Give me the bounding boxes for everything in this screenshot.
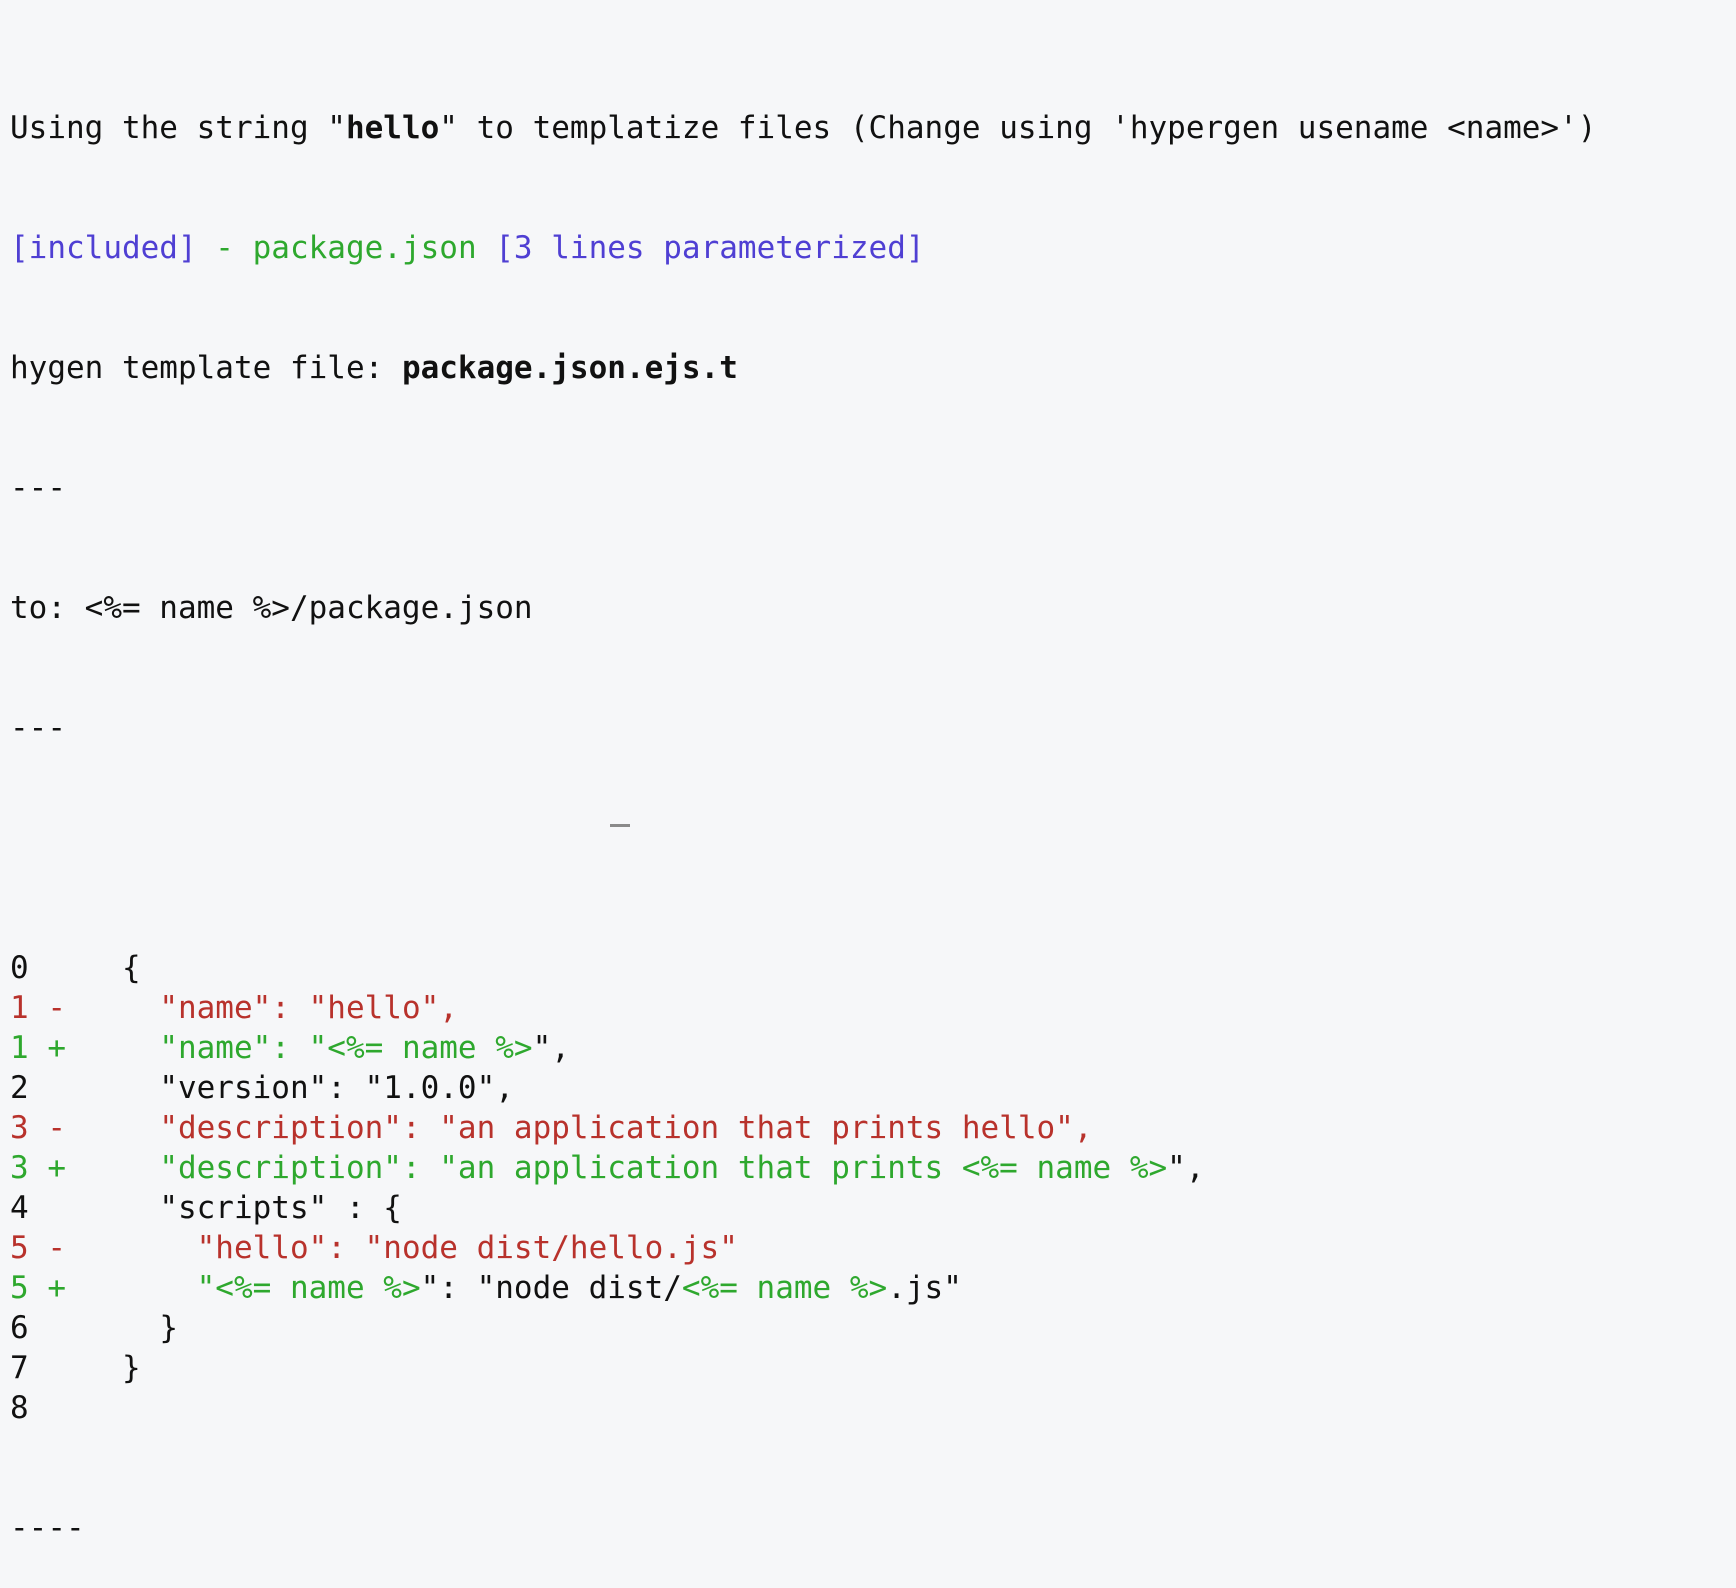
diff-line-text: "description": "an application that prin…: [159, 1150, 1168, 1186]
diff-line-gutter: 6: [10, 1310, 160, 1346]
diff-line-text: "hello": "node dist/hello.js": [196, 1230, 738, 1266]
parameterized-count: [3 lines parameterized]: [476, 230, 925, 266]
diff-line-text: <%= name %>: [681, 1270, 888, 1306]
diff-line-text: "name": "hello",: [159, 990, 458, 1026]
templatize-message: Using the string "hello" to templatize f…: [10, 108, 1596, 148]
message-prefix: Using the string ": [10, 110, 346, 146]
diff-line: 1 - "name": "hello",: [10, 988, 1596, 1028]
diff-line-gutter: 5 -: [10, 1230, 197, 1266]
diff-line-text: }: [121, 1350, 141, 1386]
diff-line: 3 - "description": "an application that …: [10, 1108, 1596, 1148]
diff-line: 6 }: [10, 1308, 1596, 1348]
diff-line: 3 + "description": "an application that …: [10, 1148, 1596, 1188]
included-line: [included] - package.json [3 lines param…: [10, 228, 1596, 268]
diff-line-gutter: 1 +: [10, 1030, 160, 1066]
diff-line-text: ": "node dist/: [420, 1270, 682, 1306]
diff-line-gutter: 3 +: [10, 1150, 160, 1186]
diff-line-gutter: 4: [10, 1190, 160, 1226]
terminal-window: { "header": { "prefix": "Using the strin…: [0, 0, 1736, 1546]
terminal-output: Using the string "hello" to templatize f…: [10, 28, 1596, 1588]
diff-line-text: {: [121, 950, 141, 986]
diff-block: 0 {1 - "name": "hello", 1 + "name": "<%= …: [10, 948, 1596, 1428]
diff-line: 7 }: [10, 1348, 1596, 1388]
footer-separator: ----: [10, 1510, 85, 1546]
diff-line-text: ",: [532, 1030, 570, 1066]
template-file-label: hygen template file:: [10, 350, 402, 386]
diff-line-gutter: 2: [10, 1070, 160, 1106]
diff-line: 4 "scripts" : {: [10, 1188, 1596, 1228]
included-filename: package.json: [252, 230, 477, 266]
diff-line-text: ",: [1167, 1150, 1205, 1186]
diff-line: 5 + "<%= name %>": "node dist/<%= name %…: [10, 1268, 1596, 1308]
diff-line-gutter: 1 -: [10, 990, 160, 1026]
diff-line: 1 + "name": "<%= name %>",: [10, 1028, 1596, 1068]
diff-line: 0 {: [10, 948, 1596, 988]
diff-line-text: .js": [887, 1270, 962, 1306]
diff-line-gutter: 0: [10, 950, 122, 986]
frontmatter-separator-close: ---: [10, 710, 66, 746]
message-suffix: " to templatize files (Change using 'hyp…: [439, 110, 1597, 146]
diff-line-gutter: 3 -: [10, 1110, 160, 1146]
included-dash: -: [196, 230, 253, 266]
diff-line-text: "<%= name %>: [196, 1270, 421, 1306]
diff-line-text: "name": "<%= name %>: [159, 1030, 533, 1066]
diff-line: 2 "version": "1.0.0",: [10, 1068, 1596, 1108]
template-string: hello: [345, 110, 440, 146]
diff-line-text: "scripts" : {: [159, 1190, 402, 1226]
frontmatter-separator-open: ---: [10, 470, 66, 506]
frontmatter-to-line: to: <%= name %>/package.json: [10, 590, 533, 626]
diff-line: 5 - "hello": "node dist/hello.js": [10, 1228, 1596, 1268]
template-file-line: hygen template file: package.json.ejs.t: [10, 348, 1596, 388]
diff-line-gutter: 8: [10, 1390, 29, 1426]
diff-line-text: "description": "an application that prin…: [159, 1110, 1093, 1146]
diff-line-gutter: 5 +: [10, 1270, 197, 1306]
diff-line-gutter: 7: [10, 1350, 122, 1386]
text-cursor: [610, 824, 630, 827]
template-filename: package.json.ejs.t: [401, 350, 738, 386]
diff-line-text: }: [159, 1310, 178, 1346]
diff-line-text: "version": "1.0.0",: [159, 1070, 514, 1106]
included-tag: [included]: [10, 230, 197, 266]
diff-line: 8: [10, 1388, 1596, 1428]
